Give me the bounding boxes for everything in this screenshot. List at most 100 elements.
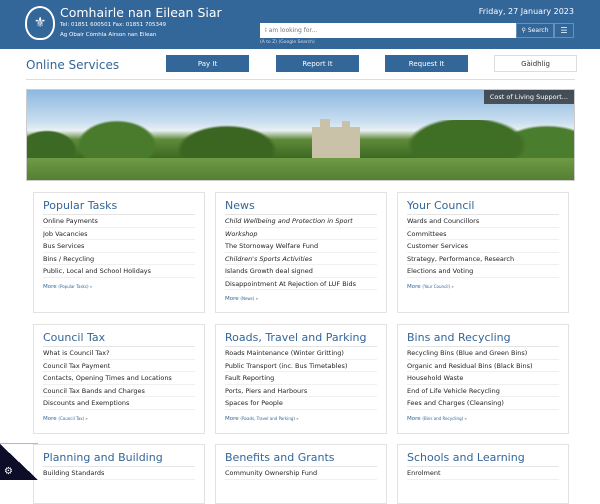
- card-your-council: Your Council Wards and Councillors Committ…: [397, 192, 569, 313]
- more-label: More: [43, 283, 57, 290]
- more-section: (Popular Tasks) »: [58, 283, 93, 289]
- card-popular-tasks: Popular Tasks Online Payments Job Vacancie…: [33, 192, 205, 313]
- hero-banner[interactable]: Cost of Living Support...: [26, 89, 575, 181]
- more-section: (Bins and Recycling) »: [422, 415, 467, 421]
- card-link[interactable]: What is Council Tax?: [43, 347, 195, 360]
- motto: Ag Obair Còmhla Airson nan Eilean: [60, 32, 157, 38]
- council-crest-logo[interactable]: ⚜: [25, 6, 55, 40]
- more-label: More: [43, 415, 57, 422]
- card-link[interactable]: Roads Maintenance (Winter Gritting): [225, 347, 377, 360]
- card-link[interactable]: Public Transport (inc. Bus Timetables): [225, 360, 377, 372]
- card-link[interactable]: Disappointment At Rejection of LUF Bids: [225, 278, 377, 290]
- card-title[interactable]: Schools and Learning: [407, 445, 559, 467]
- card-link[interactable]: The Stornoway Welfare Fund: [225, 240, 377, 253]
- search-links[interactable]: (A to Z) (Google Search): [260, 40, 315, 45]
- card-links: What is Council Tax? Council Tax Payment C…: [43, 347, 195, 410]
- card-link[interactable]: Discounts and Exemptions: [43, 397, 195, 410]
- card-link[interactable]: Fault Reporting: [225, 372, 377, 385]
- card-link[interactable]: Fees and Charges (Cleansing): [407, 397, 559, 410]
- card-benefits-and-grants: Benefits and Grants Community Ownership F…: [215, 444, 387, 504]
- gaelic-language-button[interactable]: Gàidhlig: [494, 55, 577, 72]
- card-links: Wards and Councillors Committees Customer …: [407, 215, 559, 278]
- card-link[interactable]: End of Life Vehicle Recycling: [407, 385, 559, 397]
- more-link[interactable]: More (News) »: [225, 296, 377, 310]
- card-roads-travel-and-parking: Roads, Travel and Parking Roads Maintenan…: [215, 324, 387, 434]
- search-input[interactable]: [260, 23, 516, 38]
- card-link[interactable]: Committees: [407, 228, 559, 240]
- card-link[interactable]: Community Ownership Fund: [225, 467, 377, 480]
- menu-icon: ☰: [560, 26, 568, 35]
- more-link[interactable]: More (Popular Tasks) »: [43, 284, 195, 298]
- search-button[interactable]: ⚲ Search: [516, 23, 554, 38]
- more-label: More: [225, 296, 239, 302]
- more-link[interactable]: More (Roads, Travel and Parking) »: [225, 416, 377, 430]
- card-title[interactable]: Planning and Building: [43, 445, 195, 467]
- more-section: (Your Council) »: [422, 283, 454, 289]
- card-link[interactable]: Enrolment: [407, 467, 559, 480]
- card-link[interactable]: Wards and Councillors: [407, 215, 559, 228]
- card-links: Community Ownership Fund: [225, 467, 377, 480]
- more-section: (Council Tax) »: [58, 415, 88, 421]
- card-title[interactable]: Council Tax: [43, 325, 195, 347]
- card-title[interactable]: Your Council: [407, 193, 559, 215]
- card-link[interactable]: Customer Services: [407, 240, 559, 253]
- online-services-title: Online Services: [26, 58, 120, 72]
- card-link[interactable]: Bins / Recycling: [43, 253, 195, 265]
- more-section: (Roads, Travel and Parking) »: [240, 415, 299, 421]
- more-link[interactable]: More (Council Tax) »: [43, 416, 195, 430]
- card-link[interactable]: Organic and Residual Bins (Black Bins): [407, 360, 559, 372]
- banner-caption[interactable]: Cost of Living Support...: [483, 90, 574, 104]
- report-it-button[interactable]: Report It: [276, 55, 359, 72]
- card-title[interactable]: Bins and Recycling: [407, 325, 559, 347]
- card-council-tax: Council Tax What is Council Tax? Council T…: [33, 324, 205, 434]
- card-link[interactable]: Elections and Voting: [407, 265, 559, 278]
- card-planning-and-building: Planning and Building Building Standards: [33, 444, 205, 504]
- card-title[interactable]: News: [225, 193, 377, 215]
- request-it-button[interactable]: Request It: [385, 55, 468, 72]
- card-links: Child Wellbeing and Protection in Sport W…: [225, 215, 377, 290]
- card-title[interactable]: Popular Tasks: [43, 193, 195, 215]
- current-date: Friday, 27 January 2023: [478, 7, 574, 16]
- card-link[interactable]: Council Tax Bands and Charges: [43, 385, 195, 397]
- pay-it-button[interactable]: Pay It: [166, 55, 249, 72]
- site-header: ⚜ Comhairle nan Eilean Siar Tel: 01851 6…: [0, 0, 600, 49]
- contact-numbers: Tel: 01851 600501 Fax: 01851 705349: [60, 22, 167, 28]
- site-title[interactable]: Comhairle nan Eilean Siar: [60, 5, 222, 20]
- menu-button[interactable]: ☰: [554, 23, 574, 38]
- more-link[interactable]: More (Bins and Recycling) »: [407, 416, 559, 430]
- search-button-label: Search: [527, 27, 549, 34]
- card-link[interactable]: Strategy, Performance, Research: [407, 253, 559, 265]
- search-icon: ⚲: [521, 27, 526, 34]
- banner-castle: [312, 119, 360, 159]
- card-schools-and-learning: Schools and Learning Enrolment: [397, 444, 569, 504]
- card-link[interactable]: Job Vacancies: [43, 228, 195, 240]
- more-link[interactable]: More (Your Council) »: [407, 284, 559, 298]
- card-link[interactable]: Ports, Piers and Harbours: [225, 385, 377, 397]
- card-link[interactable]: Bus Services: [43, 240, 195, 253]
- card-links: Online Payments Job Vacancies Bus Services…: [43, 215, 195, 278]
- more-label: More: [225, 415, 239, 422]
- card-link[interactable]: Workshop: [225, 228, 377, 240]
- more-label: More: [407, 415, 421, 422]
- card-title[interactable]: Benefits and Grants: [225, 445, 377, 467]
- card-link[interactable]: Council Tax Payment: [43, 360, 195, 372]
- more-section: (News) »: [240, 296, 259, 301]
- card-link[interactable]: Building Standards: [43, 467, 195, 480]
- card-link[interactable]: Contacts, Opening Times and Locations: [43, 372, 195, 385]
- cookie-settings-button[interactable]: ⚙: [0, 443, 38, 480]
- card-link[interactable]: Spaces for People: [225, 397, 377, 410]
- card-link[interactable]: Islands Growth deal signed: [225, 265, 377, 278]
- card-link[interactable]: Child Wellbeing and Protection in Sport: [225, 215, 377, 228]
- card-news: News Child Wellbeing and Protection in Sp…: [215, 192, 387, 313]
- card-link[interactable]: Household Waste: [407, 372, 559, 385]
- divider: [26, 79, 575, 80]
- card-bins-and-recycling: Bins and Recycling Recycling Bins (Blue a…: [397, 324, 569, 434]
- card-links: Recycling Bins (Blue and Green Bins) Orga…: [407, 347, 559, 410]
- card-link[interactable]: Online Payments: [43, 215, 195, 228]
- card-link[interactable]: Recycling Bins (Blue and Green Bins): [407, 347, 559, 360]
- card-link[interactable]: Public, Local and School Holidays: [43, 265, 195, 278]
- card-link[interactable]: Children's Sports Activities: [225, 253, 377, 265]
- gear-icon: ⚙: [4, 466, 13, 477]
- more-label: More: [407, 283, 421, 290]
- card-title[interactable]: Roads, Travel and Parking: [225, 325, 377, 347]
